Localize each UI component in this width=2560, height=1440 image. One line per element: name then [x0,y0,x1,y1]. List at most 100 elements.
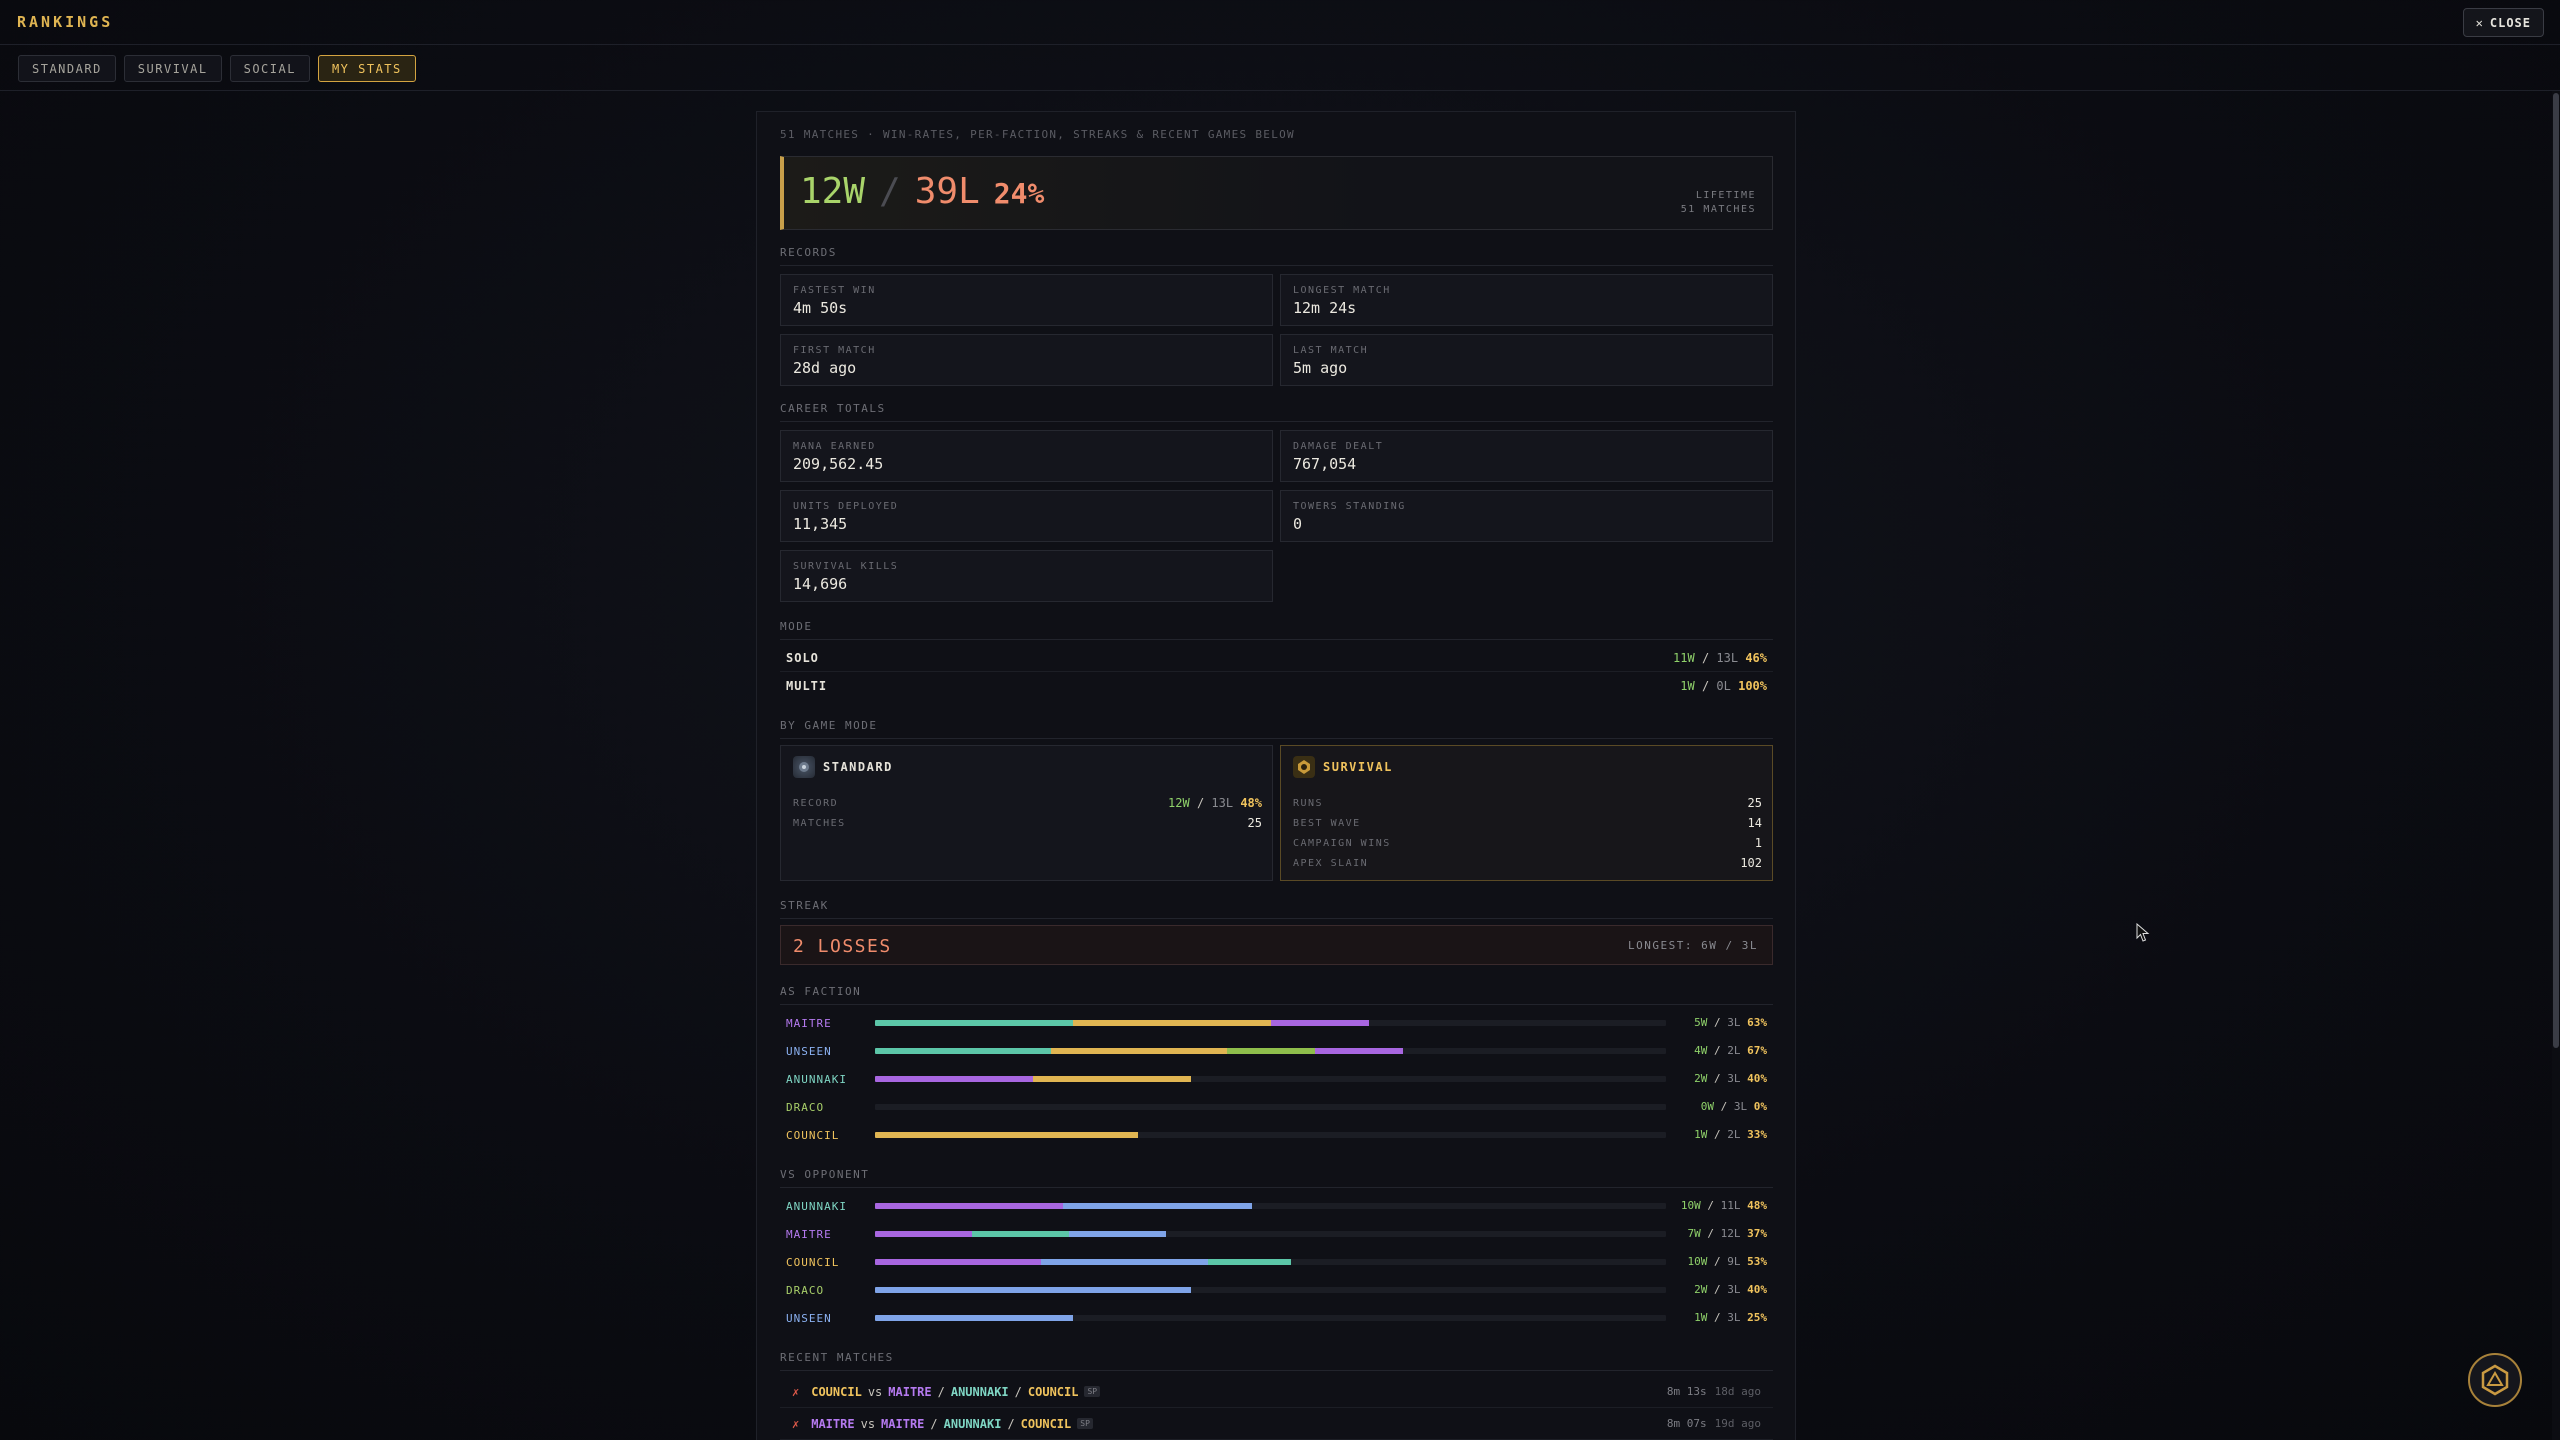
career-value: 11,345 [793,515,848,533]
faction-pct: 40% [1747,1283,1767,1296]
faction-bar-row: ANUNNAKI 10W / 11L 48% [780,1194,1773,1218]
faction-pct: 25% [1747,1311,1767,1324]
standard-mode-title: STANDARD [823,760,893,774]
faction-losses: 3L [1727,1311,1741,1324]
faction-record: 4W / 2L 67% [1694,1044,1767,1057]
close-button[interactable]: ✕ CLOSE [2462,8,2544,37]
floating-action-button[interactable] [2468,1353,2522,1407]
faction-pct: 33% [1747,1128,1767,1141]
section-streak: STREAK [780,899,1773,919]
lifetime-wins: 12W [800,171,866,212]
faction-sep: / [1714,1100,1734,1113]
match-vs: vs [867,1384,883,1399]
winrate-bar-fill [875,1076,1192,1082]
tab-standard[interactable]: STANDARD [18,55,116,82]
survival-stat: APEX SLAIN 102 [1293,853,1762,873]
tab-social[interactable]: SOCIAL [229,55,310,82]
faction-sep: / [1700,1199,1721,1212]
match-meta: 8m 07s 19d ago [1667,1417,1761,1430]
winrate-bar-track [875,1203,1666,1209]
winrate-bar-segment [972,1231,1070,1237]
mode-wins: 1W [1680,679,1695,693]
faction-losses: 3L [1733,1100,1748,1113]
standard-mode-card[interactable]: STANDARD RECORD 12W / 13L 48% MATCHES 25 [780,745,1273,881]
record-value: 4m 50s [793,299,848,317]
winrate-bar-fill [875,1231,1167,1237]
career-card: UNITS DEPLOYED 11,345 [780,490,1273,542]
faction-record: 0W / 3L 0% [1701,1100,1767,1113]
survival-stat: RUNS 25 [1293,793,1762,813]
winrate-bar-fill [875,1259,1292,1265]
top-bar: RANKINGS ✕ CLOSE [0,0,2560,45]
faction-wins: 2W [1694,1072,1708,1085]
faction-bar-row: DRACO 0W / 3L 0% [780,1095,1773,1119]
faction-wins: 5W [1694,1016,1708,1029]
winrate-bar-segment [875,1259,1042,1265]
faction-pct: 40% [1747,1072,1767,1085]
mode-row-multi: MULTI 1W / 0L 100% [780,674,1773,698]
winrate-bar-segment [1314,1048,1403,1054]
faction-losses: 12L [1720,1227,1741,1240]
record-card: FASTEST WIN 4m 50s [780,274,1273,326]
winrate-bar-fill [875,1132,1139,1138]
career-card: DAMAGE DEALT 767,054 [1280,430,1773,482]
mode-sep: / [1701,651,1717,665]
faction-sep: / [1707,1283,1728,1296]
mode-record: 1W / 0L 100% [1680,679,1767,693]
winrate-bar-track [875,1048,1666,1054]
career-label: UNITS DEPLOYED [793,501,899,512]
lifetime-losses: 39L [914,171,980,212]
section-career-totals: CAREER TOTALS [780,402,1773,422]
tab-my-stats[interactable]: MY STATS [317,55,416,82]
match-opponent: ANUNNAKI [943,1416,1002,1431]
career-card: SURVIVAL KILLS 14,696 [780,550,1273,602]
record-card: FIRST MATCH 28d ago [780,334,1273,386]
faction-name: ANUNNAKI [786,1200,847,1213]
winrate-bar-fill [875,1020,1370,1026]
faction-wins: 10W [1687,1255,1708,1268]
winrate-bar-segment [875,1287,1192,1293]
recent-match-row[interactable]: ✗ COUNCIL vs MAITRE / ANUNNAKI / COUNCIL SP 8m 13… [780,1376,1773,1408]
longest-streak: LONGEST: 6W / 3L [1628,939,1758,952]
match-sep: / [1014,1384,1022,1399]
faction-name: ANUNNAKI [786,1073,847,1086]
standard-matches-label: MATCHES [793,817,846,829]
winrate-bar-fill [875,1048,1403,1054]
faction-sep: / [1707,1255,1728,1268]
loss-icon: ✗ [792,1384,800,1399]
tab-survival[interactable]: SURVIVAL [123,55,222,82]
scrollbar-thumb[interactable] [2553,93,2559,1048]
winrate-bar-fill [875,1287,1192,1293]
standard-pct: 48% [1240,796,1262,810]
survival-mode-title: SURVIVAL [1323,760,1393,774]
winrate-bar-track [875,1132,1666,1138]
faction-bar-row: MAITRE 5W / 3L 63% [780,1011,1773,1035]
match-tag: SP [1084,1386,1101,1397]
survival-stat-value: 1 [1754,836,1762,850]
recent-match-row[interactable]: ✗ MAITRE vs MAITRE / ANUNNAKI / COUNCIL SP 8m 07s… [780,1408,1773,1440]
faction-bar-row: COUNCIL 1W / 2L 33% [780,1123,1773,1147]
winrate-bar-segment [1050,1048,1227,1054]
streak-box: 2 LOSSES LONGEST: 6W / 3L [780,925,1773,965]
faction-name: COUNCIL [786,1129,840,1142]
lifetime-winrate: 24% [993,177,1045,210]
match-meta: 8m 13s 18d ago [1667,1385,1761,1398]
survival-mode-icon [1293,756,1315,778]
winrate-bar-segment [875,1315,1073,1321]
lifetime-meta: LIFETIME 51 MATCHES [1681,189,1756,217]
loss-icon: ✗ [792,1416,800,1431]
section-mode: MODE [780,620,1773,640]
faction-record: 1W / 2L 33% [1694,1128,1767,1141]
record-label: LAST MATCH [1293,345,1369,356]
faction-pct: 63% [1747,1016,1767,1029]
standard-losses: 13L [1211,796,1234,810]
survival-stat-label: CAMPAIGN WINS [1293,837,1391,849]
faction-losses: 2L [1727,1044,1741,1057]
survival-mode-card[interactable]: SURVIVAL RUNS 25 BEST WAVE 14 CAMPAIGN W… [1280,745,1773,881]
career-value: 209,562.45 [793,455,884,473]
faction-wins: 7W [1687,1227,1701,1240]
survival-stat-value: 25 [1747,796,1762,810]
section-as-faction: AS FACTION [780,985,1773,1005]
winrate-bar-track [875,1231,1666,1237]
match-duration: 8m 07s [1666,1417,1707,1430]
